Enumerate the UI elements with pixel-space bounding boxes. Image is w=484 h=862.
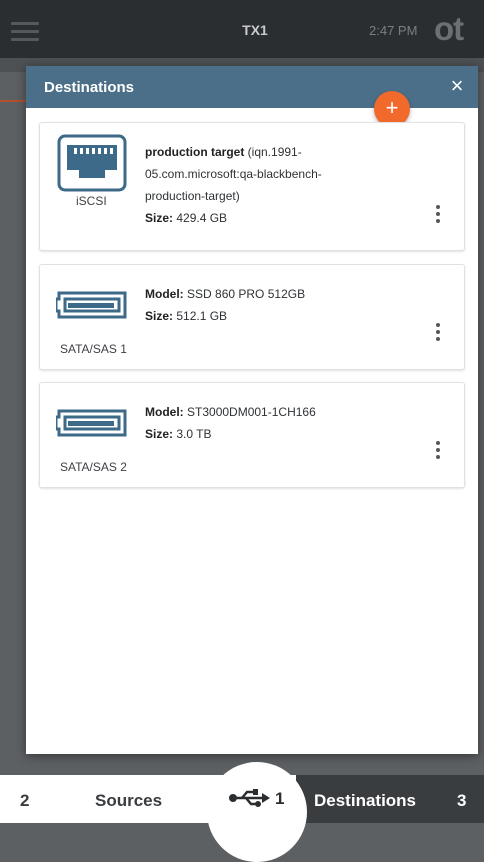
size-value: 512.1 GB (176, 309, 228, 323)
usb-tab[interactable] (207, 762, 307, 862)
destinations-count: 3 (457, 791, 467, 810)
target-name: production target (145, 145, 245, 159)
more-options-icon[interactable] (434, 441, 442, 465)
panel-title: Destinations (44, 79, 135, 96)
size-label: Size: (145, 427, 174, 441)
top-app-bar: TX1 2:47 PM ot (0, 0, 484, 58)
menu-icon[interactable] (11, 22, 39, 41)
destination-details: Model: SSD 860 PRO 512GB Size: 512.1 GB (145, 283, 395, 327)
model-label: Model: (145, 405, 184, 419)
destination-details: production target (iqn.1991- 05.com.micr… (145, 141, 395, 229)
destination-card-sata-2[interactable]: SATA/SAS 2 Model: ST3000DM001-1CH166 Siz… (39, 382, 465, 488)
target-iqn-3: production-target) (145, 189, 240, 203)
size-value: 3.0 TB (176, 427, 212, 441)
logo: ot (434, 10, 464, 47)
more-options-icon[interactable] (434, 323, 442, 347)
tab-destinations[interactable]: Destinations (314, 791, 416, 811)
destinations-panel: Destinations × + iSCSI production target… (26, 66, 478, 754)
size-label: Size: (145, 309, 174, 323)
type-label: iSCSI (76, 194, 107, 208)
size-value: 429.4 GB (176, 211, 228, 225)
model-label: Model: (145, 287, 184, 301)
sata-port-icon (56, 291, 127, 319)
clock: 2:47 PM (369, 23, 418, 38)
type-label: SATA/SAS 1 (60, 342, 127, 356)
size-label: Size: (145, 211, 174, 225)
model-value: ST3000DM001-1CH166 (187, 405, 316, 419)
type-label: SATA/SAS 2 (60, 460, 127, 474)
destination-details: Model: ST3000DM001-1CH166 Size: 3.0 TB (145, 401, 395, 445)
background-accent-line (0, 100, 26, 102)
tab-sources[interactable]: Sources (95, 791, 162, 811)
target-iqn-2: 05.com.microsoft:qa-blackbench- (145, 167, 322, 181)
sources-count: 2 (20, 791, 30, 810)
model-value: SSD 860 PRO 512GB (187, 287, 306, 301)
device-name: TX1 (242, 22, 268, 38)
ethernet-port-icon (57, 134, 127, 192)
usb-icon (229, 789, 270, 807)
more-options-icon[interactable] (434, 205, 442, 229)
destination-card-iscsi[interactable]: iSCSI production target (iqn.1991- 05.co… (39, 122, 465, 251)
sata-port-icon (56, 409, 127, 437)
close-button[interactable]: × (444, 73, 470, 99)
destination-card-sata-1[interactable]: SATA/SAS 1 Model: SSD 860 PRO 512GB Size… (39, 264, 465, 370)
usb-count: 1 (275, 789, 285, 808)
target-iqn-1: (iqn.1991- (247, 145, 302, 159)
panel-header: Destinations × (26, 66, 478, 108)
